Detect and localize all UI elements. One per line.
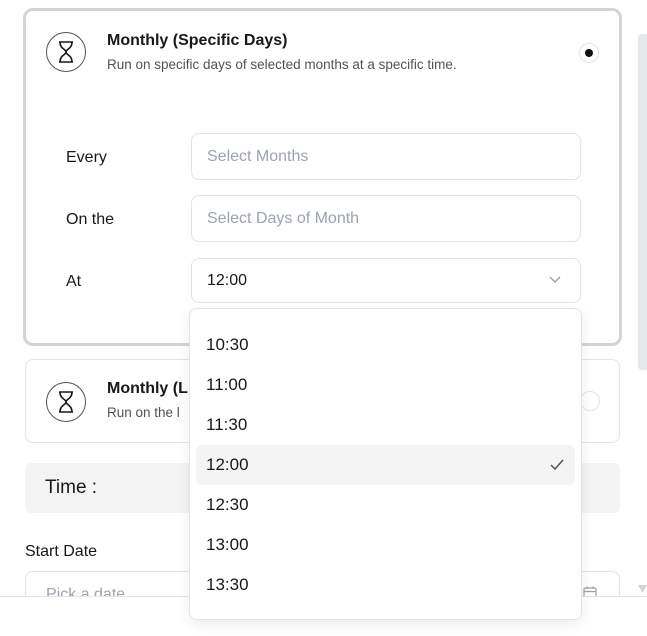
option-title: Monthly (Specific Days) [107,32,288,49]
option-description: Run on the l [107,405,180,420]
time-option[interactable]: 13:30 [196,565,575,605]
time-select-value: 12:00 [207,271,248,289]
time-option[interactable]: 10:30 [196,325,575,365]
time-option-selected[interactable]: 12:00 [196,445,575,485]
time-dropdown-menu: 10:30 11:00 11:30 12:00 12:30 13:00 13:3… [189,308,582,620]
select-months-field[interactable]: Select Months [191,133,581,180]
every-label: Every [66,149,107,166]
time-option[interactable]: 11:30 [196,405,575,445]
on-the-label: On the [66,211,115,228]
time-select[interactable]: 12:00 [191,258,581,303]
radio-selected-dot [585,49,593,57]
select-days-field[interactable]: Select Days of Month [191,195,581,242]
time-option[interactable]: 12:30 [196,485,575,525]
scrollbar[interactable] [638,34,647,370]
hourglass-icon [46,32,86,72]
time-option[interactable]: 13:00 [196,525,575,565]
option-radio[interactable] [579,43,599,63]
start-date-label: Start Date [25,543,98,560]
chevron-down-icon [548,272,562,291]
schedule-option-monthly-specific[interactable]: Monthly (Specific Days) Run on specific … [23,8,622,346]
at-label: At [66,273,82,290]
hourglass-icon [46,382,86,422]
time-option[interactable]: 11:00 [196,365,575,405]
option-radio[interactable] [580,391,600,411]
check-icon [549,457,565,477]
option-description: Run on specific days of selected months … [107,57,457,72]
option-title: Monthly (L [107,380,188,397]
